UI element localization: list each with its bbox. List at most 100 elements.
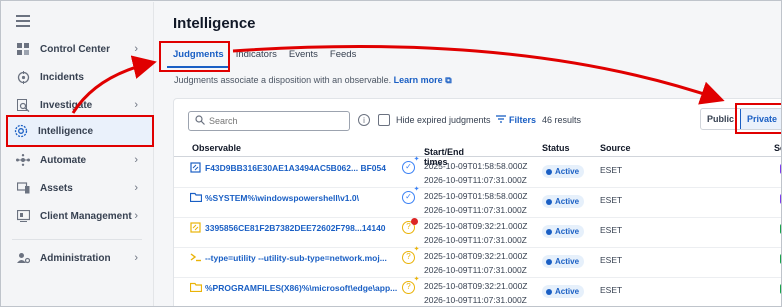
sidebar-item-control-center[interactable]: Control Center › (2, 35, 152, 63)
search-icon (195, 115, 205, 127)
status-badge: Active (542, 255, 585, 268)
start-time: 2025-10-08T09:32:21.000Z (424, 221, 528, 231)
start-time: 2025-10-09T01:58:58.000Z (424, 161, 528, 171)
admin-icon (16, 251, 30, 265)
brain-gear-icon (14, 124, 28, 138)
chevron-right-icon: › (134, 154, 138, 166)
status-badge: Active (542, 285, 585, 298)
observable-link[interactable]: F43D9BB316E30AE1A3494AC5B062... BF054 (190, 162, 402, 173)
observable-type-icon (190, 192, 203, 203)
chevron-right-icon: › (134, 99, 138, 111)
source-label: ESET (600, 225, 623, 235)
disposition-icon[interactable]: ? ✦ (402, 246, 419, 264)
sort-icon: ↕ (424, 147, 428, 154)
column-observable[interactable]: Observable (192, 143, 241, 153)
tab-highlight-box (159, 41, 230, 72)
status-badge: Active (542, 225, 585, 238)
hide-expired-toggle[interactable]: Hide expired judgments (378, 114, 491, 126)
column-status[interactable]: Status (542, 143, 570, 153)
end-time: 2026-10-09T11:07:31.000Z (424, 175, 527, 185)
end-time: 2026-10-09T11:07:31.000Z (424, 265, 527, 275)
source-label: ESET (600, 165, 623, 175)
table-row[interactable]: %PROGRAMFILES(X86)%\microsoft\edge\app..… (174, 276, 781, 306)
status-badge: Active (542, 195, 585, 208)
observable-type-icon (190, 282, 203, 293)
sidebar-item-assets[interactable]: Assets › (2, 174, 152, 202)
tab-feeds[interactable]: Feeds (324, 46, 362, 68)
tab-indicators[interactable]: Indicators (230, 46, 283, 68)
main-content: Intelligence Judgments Indicators Events… (155, 2, 781, 306)
disposition-icon[interactable]: ? ✦ (402, 276, 419, 294)
sidebar-item-label: Intelligence (38, 125, 94, 137)
start-time: 2025-10-08T09:32:21.000Z (424, 251, 528, 261)
end-time: 2026-10-09T11:07:31.000Z (424, 205, 527, 215)
page-description: Judgments associate a disposition with a… (174, 75, 452, 86)
sidebar-item-client-management[interactable]: Client Management › (2, 202, 152, 230)
disposition-icon[interactable]: ✓ ✦ (402, 186, 419, 204)
table-row[interactable]: %SYSTEM%\windowspowershell\v1.0\ ✓ ✦ 2025-1… (174, 186, 781, 218)
disposition-icon[interactable]: ✓ ✦ (402, 156, 419, 174)
sidebar-divider (12, 239, 142, 240)
hide-expired-label: Hide expired judgments (396, 115, 491, 125)
status-dot (546, 198, 552, 205)
column-severity[interactable]: Se (774, 143, 781, 153)
hide-expired-checkbox[interactable] (378, 114, 390, 126)
chevron-right-icon: › (134, 252, 138, 264)
magnify-doc-icon (16, 98, 30, 112)
learn-more-link[interactable]: Learn more ⧉ (394, 75, 452, 85)
source-label: ESET (600, 195, 623, 205)
observable-link[interactable]: %PROGRAMFILES(X86)%\microsoft\edge\app..… (190, 282, 402, 293)
observable-link[interactable]: --type=utility --utility-sub-type=networ… (190, 252, 402, 263)
filter-icon (496, 115, 506, 125)
end-time: 2026-10-09T11:07:31.000Z (424, 295, 527, 305)
sidebar-item-label: Client Management (40, 210, 132, 222)
judgments-panel: i Hide expired judgments Filters 46 resu… (173, 98, 781, 306)
status-dot (546, 288, 552, 295)
table-header: Observable Start/End times ↕ Status Sour… (174, 139, 781, 167)
sidebar: Control Center › Incidents Investigate ›… (2, 2, 154, 306)
info-icon[interactable]: i (358, 114, 370, 126)
observable-type-icon (190, 252, 201, 263)
sidebar-item-label: Administration (40, 252, 111, 264)
search-input[interactable] (209, 116, 339, 126)
sidebar-item-administration[interactable]: Administration › (2, 244, 152, 272)
status-badge: Active (542, 165, 585, 178)
tab-events[interactable]: Events (283, 46, 324, 68)
table-row[interactable]: --type=utility --utility-sub-type=networ… (174, 246, 781, 278)
sidebar-item-label: Control Center (40, 43, 110, 55)
chevron-right-icon: › (134, 43, 138, 55)
end-time: 2026-10-09T11:07:31.000Z (424, 235, 527, 245)
observable-link[interactable]: %SYSTEM%\windowspowershell\v1.0\ (190, 192, 402, 203)
status-dot (546, 228, 552, 235)
table-row[interactable]: F43D9BB316E30AE1A3494AC5B062... BF054 ✓ ✦ 2… (174, 156, 781, 188)
sidebar-item-automate[interactable]: Automate › (2, 146, 152, 174)
grid-icon (16, 42, 30, 56)
external-link-icon: ⧉ (445, 75, 452, 85)
sidebar-item-incidents[interactable]: Incidents (2, 63, 152, 91)
observable-link[interactable]: 3395856CE81F2B7382DEE72602F798...14140 (190, 222, 402, 233)
private-highlight-box (735, 103, 781, 134)
status-dot (546, 168, 552, 175)
nodes-icon (16, 153, 30, 167)
sidebar-item-label: Investigate (40, 99, 93, 111)
source-label: ESET (600, 285, 623, 295)
app-window: Control Center › Incidents Investigate ›… (0, 0, 782, 307)
client-icon (16, 209, 30, 223)
column-source[interactable]: Source (600, 143, 631, 153)
observable-type-icon (190, 222, 201, 233)
filters-button[interactable]: Filters (496, 115, 536, 125)
results-count: 46 results (542, 115, 582, 125)
table-row[interactable]: 3395856CE81F2B7382DEE72602F798...14140? 2… (174, 218, 781, 248)
disposition-icon[interactable]: ? (402, 218, 418, 234)
start-time: 2025-10-09T01:58:58.000Z (424, 191, 528, 201)
observable-type-icon (190, 162, 201, 173)
menu-icon[interactable] (16, 15, 30, 27)
sidebar-item-label: Incidents (40, 71, 84, 83)
start-time: 2025-10-08T09:32:21.000Z (424, 281, 528, 291)
search-box[interactable] (188, 111, 350, 131)
description-text: Judgments associate a disposition with a… (174, 75, 392, 85)
status-dot (546, 258, 552, 265)
sidebar-item-label: Assets (40, 182, 73, 194)
assets-icon (16, 181, 30, 195)
sidebar-item-intelligence[interactable]: Intelligence (6, 115, 154, 147)
